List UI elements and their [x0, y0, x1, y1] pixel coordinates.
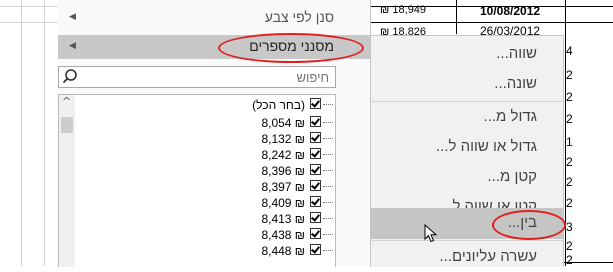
list-item-label: 8,448 ₪ [261, 244, 305, 258]
list-item-label: 8,438 ₪ [261, 228, 305, 242]
list-item[interactable]: (בחר הכל) [75, 98, 335, 112]
list-item[interactable]: 8,054 ₪ [75, 116, 335, 130]
checkbox[interactable] [310, 116, 321, 127]
list-item-label: 8,413 ₪ [261, 212, 305, 226]
edge-digit: 2 [566, 239, 573, 253]
scroll-thumb[interactable] [61, 117, 73, 133]
tree-connector [323, 138, 333, 140]
menu-item-label: גדול מ... [483, 108, 537, 125]
value-list: ^ (בחר הכל) 8,054 ₪ 8,132 ₪ 8,242 ₪ 8,39… [58, 94, 336, 267]
edge-digit: 2 [566, 68, 573, 82]
edge-digit: 2 [566, 90, 573, 104]
menu-item-greater-or-equal[interactable]: גדול או שווה ל... [371, 133, 563, 162]
list-item-label: 8,242 ₪ [261, 148, 305, 162]
tree-connector [323, 202, 333, 204]
list-item[interactable]: 8,413 ₪ [75, 212, 335, 226]
grid-line [44, 0, 45, 266]
menu-item-label: גדול או שווה ל... [435, 138, 537, 155]
menu-item-less-than[interactable]: קטן מ... [371, 163, 563, 192]
checkbox[interactable] [310, 164, 321, 175]
list-item[interactable]: 8,438 ₪ [75, 228, 335, 242]
list-item[interactable]: 8,242 ₪ [75, 148, 335, 162]
scroll-up-icon[interactable]: ^ [62, 95, 71, 108]
highlight-oval [492, 210, 566, 240]
menu-item-label: קטן מ... [487, 168, 537, 185]
list-item[interactable]: 8,396 ₪ [75, 164, 335, 178]
checkbox[interactable] [310, 228, 321, 239]
menu-item-label: שווה... [496, 45, 537, 62]
tree-connector [323, 218, 333, 220]
date-cell: 10/08/2012 [480, 4, 541, 18]
tree-connector [323, 170, 333, 172]
tree-connector [323, 250, 333, 252]
checkbox[interactable] [310, 132, 321, 143]
list-item[interactable]: 8,409 ₪ [75, 196, 335, 210]
menu-separator [371, 101, 563, 102]
sort-by-color-item[interactable]: ◀ סנן לפי צבע [58, 6, 370, 30]
checkbox[interactable] [310, 212, 321, 223]
list-item-label: 8,054 ₪ [261, 116, 305, 130]
menu-item-top-ten[interactable]: עשרה עליונים... [371, 243, 563, 272]
list-item-label: 8,397 ₪ [261, 180, 305, 194]
tree-connector [323, 104, 333, 106]
checkbox[interactable] [310, 98, 321, 109]
edge-digit: 3 [566, 220, 573, 234]
list-scrollbar[interactable]: ^ [59, 95, 75, 267]
chevron-left-icon: ◀ [69, 11, 76, 21]
tree-connector [323, 122, 333, 124]
row-border [370, 22, 613, 23]
checkbox[interactable] [310, 148, 321, 159]
grid-line [21, 0, 22, 266]
list-item[interactable]: 8,132 ₪ [75, 132, 335, 146]
edge-digit: 1 [566, 135, 573, 149]
menu-item-label: שונה... [494, 75, 537, 92]
amount-cell: ₪ 18,949 [380, 4, 427, 16]
mouse-pointer-icon [424, 224, 438, 243]
search-box[interactable] [58, 66, 336, 88]
menu-item-not-equal[interactable]: שונה... [371, 70, 563, 99]
tree-connector [323, 154, 333, 156]
sort-by-color-label: סנן לפי צבע [264, 9, 334, 25]
checkbox[interactable] [310, 180, 321, 191]
checkbox[interactable] [310, 196, 321, 207]
edge-digit: 4 [566, 44, 573, 58]
edge-digit: 2 [566, 175, 573, 189]
menu-item-equals[interactable]: שווה... [371, 40, 563, 69]
search-icon [62, 69, 77, 84]
checkbox[interactable] [310, 244, 321, 255]
list-item-label: 8,409 ₪ [261, 196, 305, 210]
menu-item-label: עשרה עליונים... [439, 248, 538, 265]
list-item-label: 8,396 ₪ [261, 164, 305, 178]
edge-digit: 2 [566, 196, 573, 210]
edge-digit: 2 [566, 155, 573, 169]
tree-connector [323, 186, 333, 188]
edge-digit: 2 [566, 253, 573, 267]
search-input[interactable] [87, 68, 331, 86]
list-item[interactable]: 8,397 ₪ [75, 180, 335, 194]
menu-separator [371, 240, 563, 241]
list-item-label: (בחר הכל) [252, 98, 305, 112]
highlight-oval [218, 33, 364, 63]
edge-digit: 2 [566, 112, 573, 126]
list-item[interactable]: 8,448 ₪ [75, 244, 335, 258]
list-item-label: 8,132 ₪ [261, 132, 305, 146]
chevron-left-icon: ◀ [69, 40, 76, 50]
menu-item-greater-than[interactable]: גדול מ... [371, 103, 563, 132]
tree-connector [323, 234, 333, 236]
